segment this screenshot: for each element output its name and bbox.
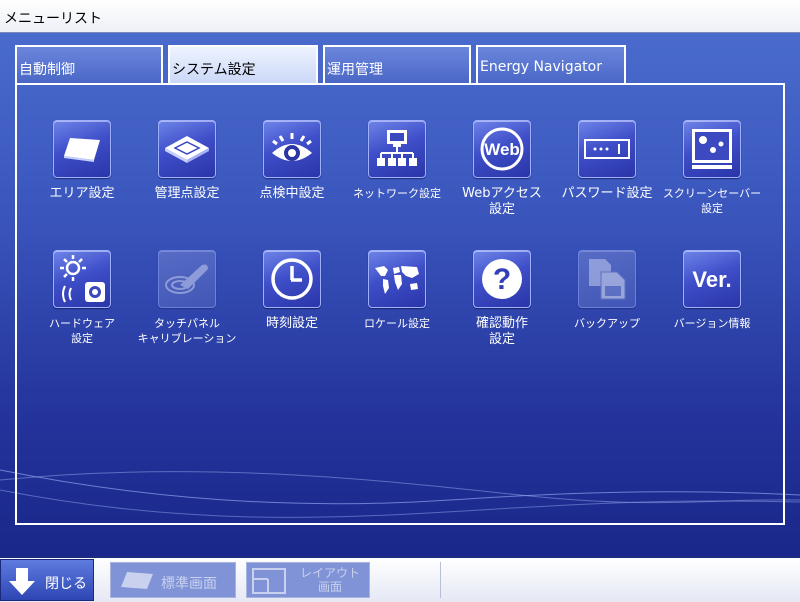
hardware-icon: [60, 255, 105, 303]
area-settings-button[interactable]: エリア設定: [27, 120, 137, 202]
area-panel-icon: [121, 572, 153, 589]
menu-label: 確認動作 設定: [475, 316, 528, 347]
tab-label: 自動制御: [19, 62, 75, 78]
backup-icon: [589, 259, 626, 300]
bottom-toolbar: 閉じる 標準画面 レイアウト 画面: [0, 556, 800, 602]
tab-energy-navigator[interactable]: Energy Navigator: [476, 45, 626, 83]
menu-label: ネットワーク設定: [353, 187, 441, 200]
menu-label: エリア設定: [49, 186, 115, 201]
network-icon: [377, 130, 417, 166]
menu-label: バージョン情報: [673, 317, 751, 330]
svg-text:Ver.: Ver.: [692, 267, 731, 292]
confirmation-settings-button[interactable]: ? 確認動作 設定: [447, 250, 557, 348]
menu-label: 時刻設定: [265, 316, 318, 331]
standard-screen-button[interactable]: 標準画面: [110, 562, 236, 598]
close-label: 閉じる: [45, 576, 87, 592]
version-icon: Ver.: [692, 267, 731, 292]
menu-label: ハードウェア 設定: [49, 317, 115, 345]
control-point-settings-button[interactable]: 管理点設定: [132, 120, 242, 202]
hardware-settings-button[interactable]: ハードウェア 設定: [27, 250, 137, 346]
menu-label: 管理点設定: [154, 186, 220, 201]
tab-label: Energy Navigator: [480, 59, 602, 75]
svg-text:?: ?: [493, 263, 511, 296]
touch-panel-icon: [165, 264, 208, 294]
title-bar: メニューリスト: [0, 0, 800, 33]
screensaver-icon: [692, 129, 732, 169]
layout-screen-button[interactable]: レイアウト 画面: [246, 562, 370, 598]
question-icon: ?: [482, 259, 522, 299]
close-button[interactable]: 閉じる: [0, 559, 94, 601]
tab-operation-management[interactable]: 運用管理: [323, 45, 471, 83]
area-panel-icon: [64, 138, 100, 162]
network-settings-button[interactable]: ネットワーク設定: [342, 120, 452, 201]
menu-label: 点検中設定: [259, 186, 325, 201]
tab-system-settings[interactable]: システム設定: [168, 45, 318, 85]
tab-label: 運用管理: [327, 62, 383, 78]
menu-label: バックアップ: [574, 317, 640, 330]
menu-label: パスワード設定: [561, 186, 653, 201]
time-settings-button[interactable]: 時刻設定: [237, 250, 347, 332]
menu-label: Webアクセス 設定: [462, 186, 542, 217]
layout-screen-label: レイアウト 画面: [299, 566, 360, 594]
arrow-down-icon: [9, 568, 35, 595]
menu-label: タッチパネル キャリブレーション: [137, 317, 237, 345]
password-icon: [584, 139, 630, 159]
menu-label: スクリーンセーバー 設定: [662, 187, 762, 215]
clock-icon: [271, 258, 313, 300]
locale-settings-button[interactable]: ロケール設定: [342, 250, 452, 331]
tab-auto-control[interactable]: 自動制御: [15, 45, 163, 83]
world-map-icon: [375, 266, 419, 294]
standard-screen-label: 標準画面: [161, 576, 217, 592]
eye-icon: [272, 133, 312, 161]
touch-panel-calibration-button[interactable]: タッチパネル キャリブレーション: [132, 250, 242, 346]
window-title: メニューリスト: [4, 11, 102, 27]
backup-button[interactable]: バックアップ: [552, 250, 662, 331]
svg-text:Web: Web: [484, 140, 520, 159]
toolbar-divider: [440, 562, 441, 598]
screensaver-settings-button[interactable]: スクリーンセーバー 設定: [657, 120, 767, 216]
menu-label: ロケール設定: [364, 317, 430, 330]
web-access-settings-button[interactable]: Web Webアクセス 設定: [447, 120, 557, 218]
tab-label: システム設定: [172, 62, 256, 78]
version-info-button[interactable]: Ver. バージョン情報: [657, 250, 767, 331]
ceiling-unit-icon: [165, 136, 209, 163]
password-settings-button[interactable]: パスワード設定: [552, 120, 662, 202]
layout-icon: [252, 568, 286, 594]
maintenance-settings-button[interactable]: 点検中設定: [237, 120, 347, 202]
web-icon: Web: [480, 127, 524, 171]
